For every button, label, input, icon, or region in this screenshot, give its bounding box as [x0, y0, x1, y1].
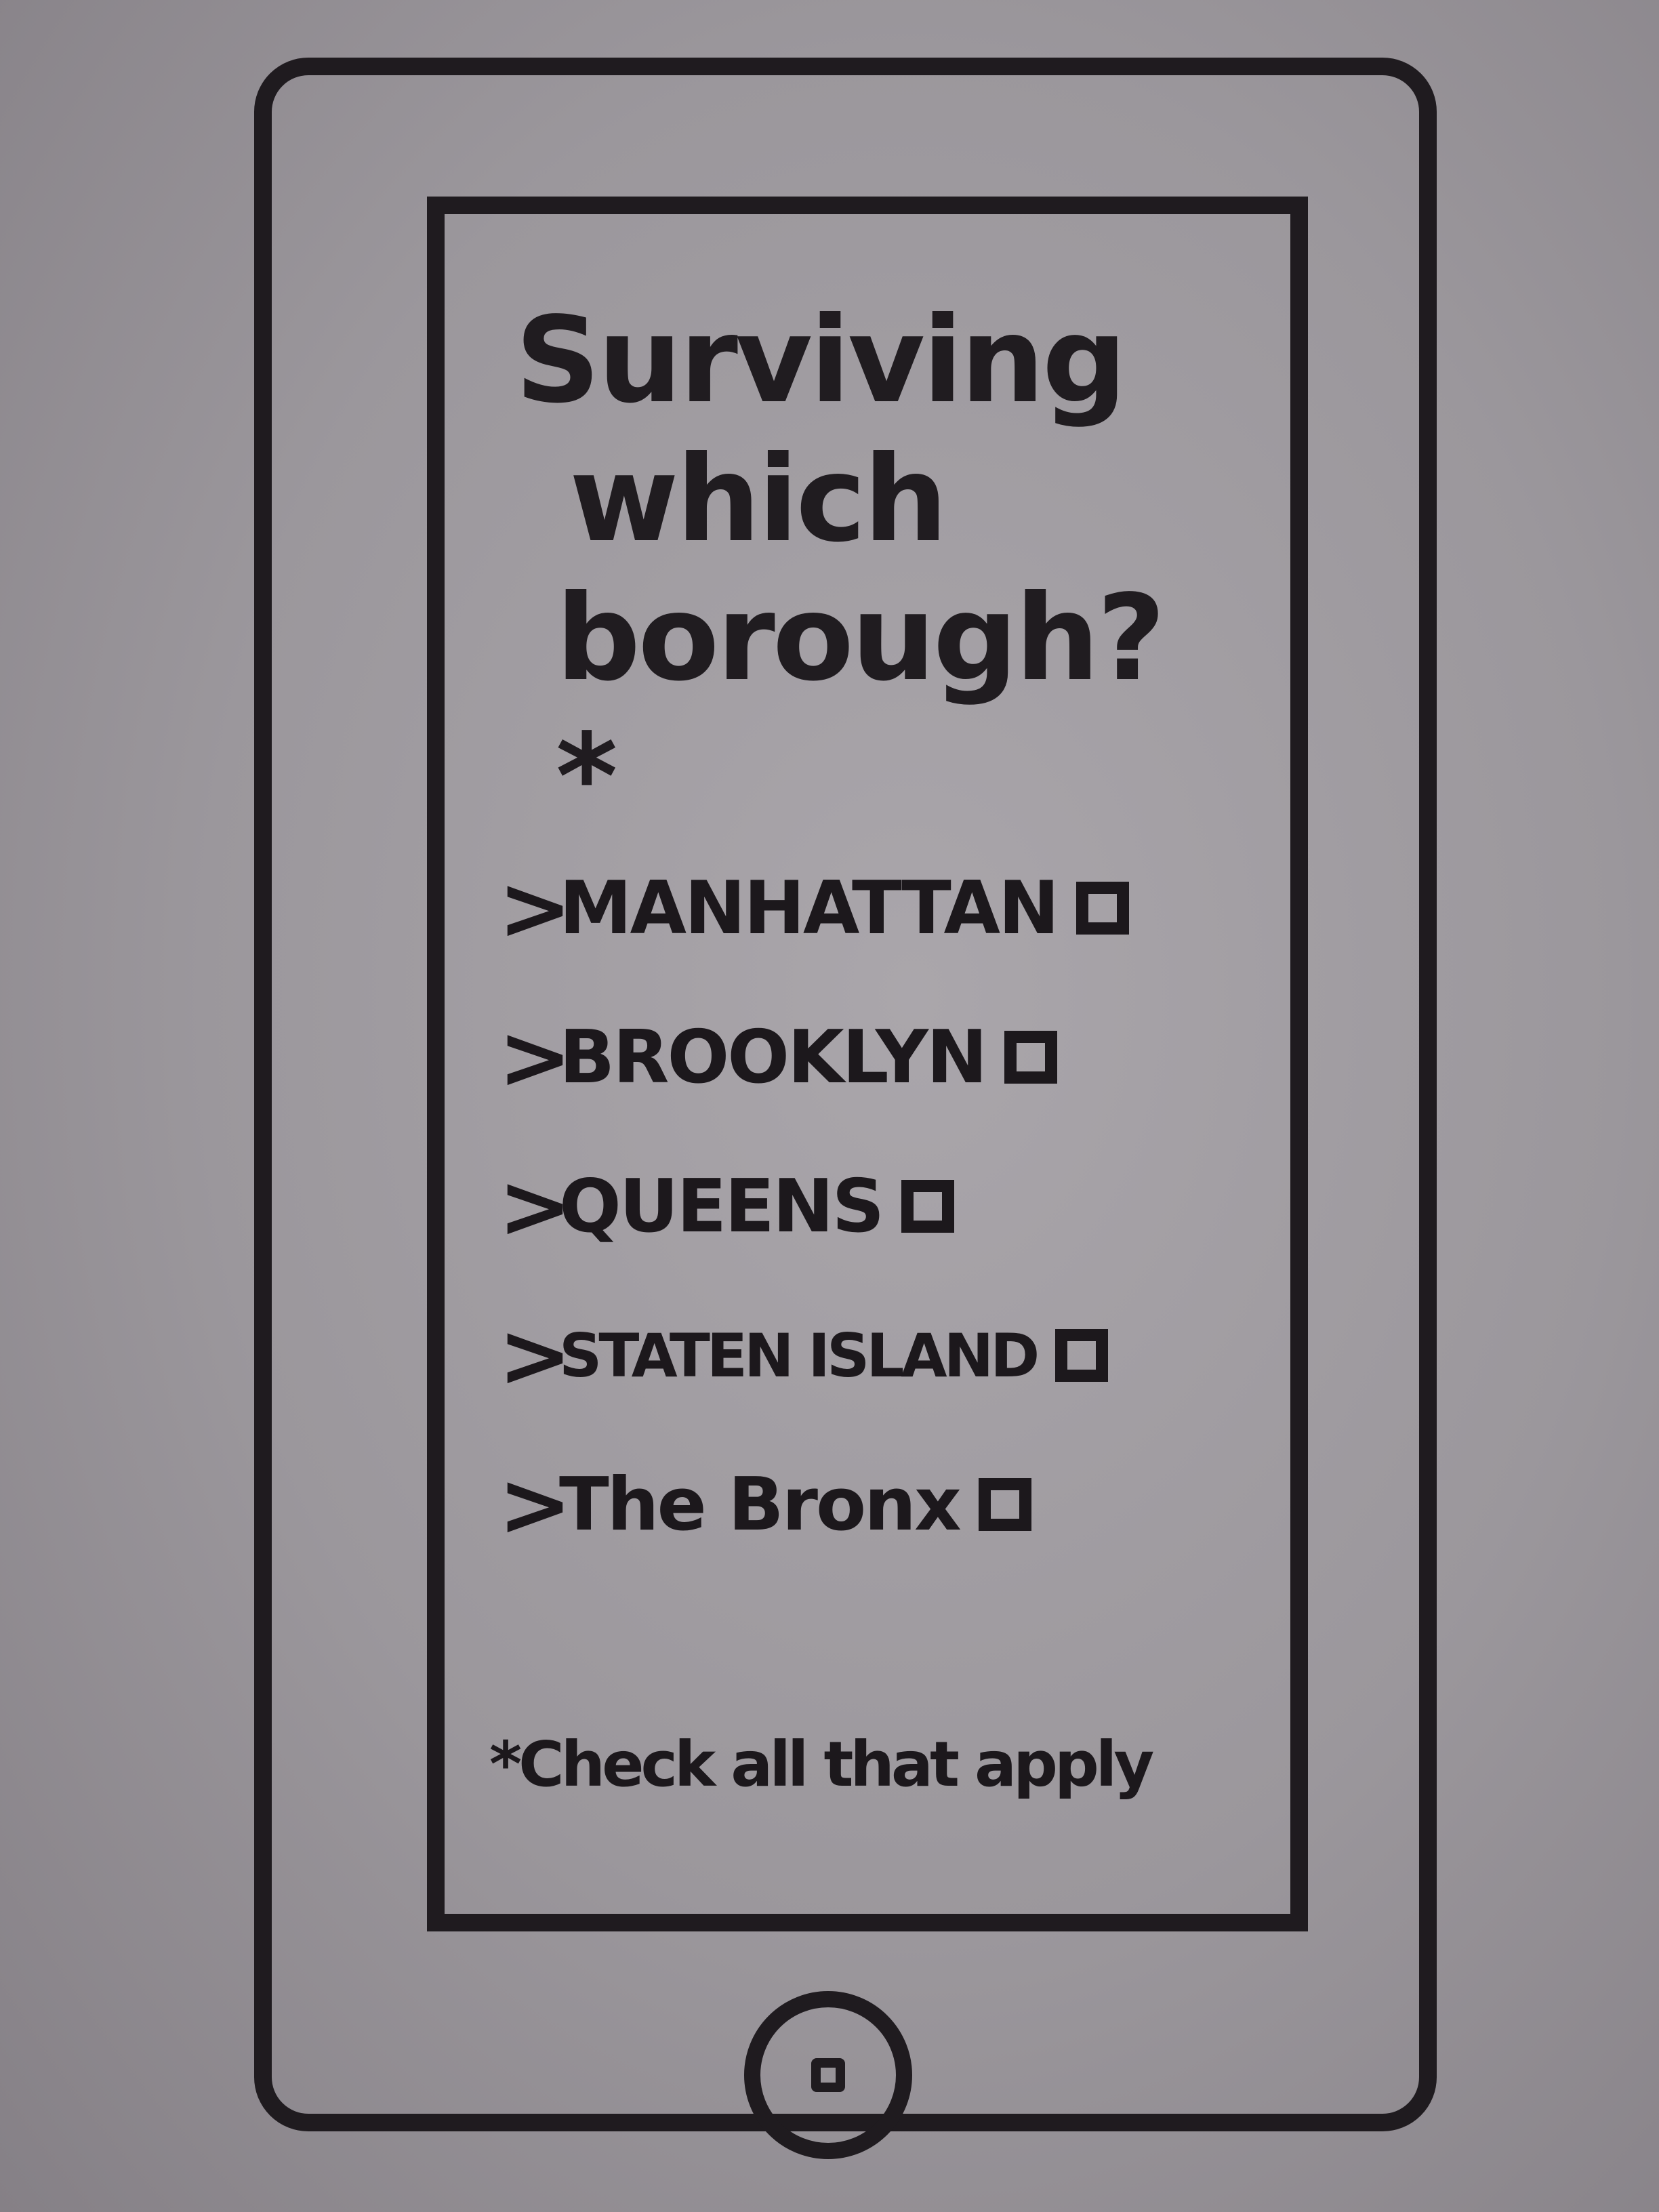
option-brooklyn[interactable]: > BROOKLYN [498, 983, 1311, 1132]
question-line-1: Surviving [515, 292, 1127, 430]
chevron-right-icon: > [498, 1304, 572, 1407]
option-label: STATEN ISLAND [559, 1320, 1040, 1391]
chevron-right-icon: > [498, 857, 572, 960]
option-label: BROOKLYN [559, 1015, 987, 1100]
checkbox-brooklyn[interactable] [1004, 1031, 1058, 1084]
option-label: The Bronx [559, 1462, 962, 1547]
chevron-right-icon: > [498, 1155, 572, 1258]
chevron-right-icon: > [498, 1006, 572, 1109]
checkbox-the-bronx[interactable] [978, 1478, 1031, 1531]
checkbox-staten-island[interactable] [1055, 1329, 1109, 1382]
option-label: QUEENS [559, 1164, 884, 1249]
borough-option-list: > MANHATTAN > BROOKLYN > QUEENS > STATEN… [498, 834, 1311, 1579]
home-button[interactable] [744, 1991, 912, 2159]
checkbox-queens[interactable] [901, 1180, 955, 1233]
option-queens[interactable]: > QUEENS [498, 1132, 1311, 1281]
option-label: MANHATTAN [559, 865, 1059, 951]
question-line-3: borough?* [556, 570, 1166, 846]
option-staten-island[interactable]: > STATEN ISLAND [498, 1281, 1311, 1430]
question-title: Surviving which borough?* [515, 291, 1166, 847]
option-the-bronx[interactable]: > The Bronx [498, 1430, 1311, 1579]
home-button-icon [811, 2058, 845, 2092]
checkbox-manhattan[interactable] [1076, 882, 1130, 935]
option-manhattan[interactable]: > MANHATTAN [498, 834, 1311, 983]
question-line-2: which [569, 431, 948, 569]
footnote-text: *Check all that apply [489, 1728, 1154, 1801]
chevron-right-icon: > [498, 1453, 572, 1556]
